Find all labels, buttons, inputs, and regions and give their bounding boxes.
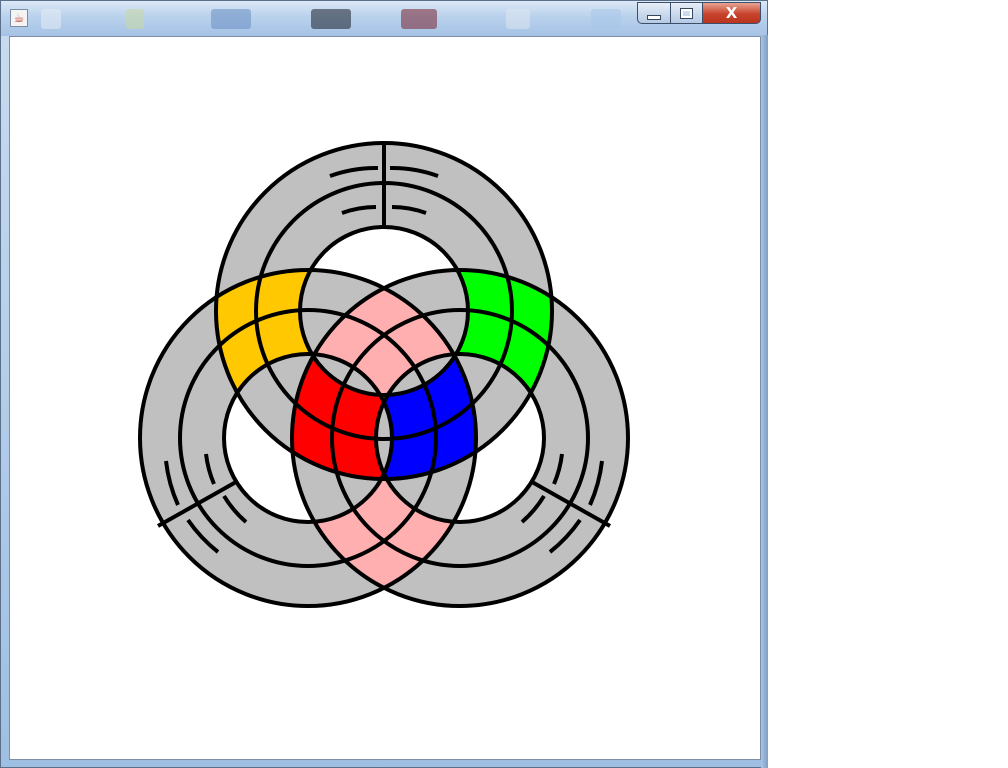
venn-ring-figure bbox=[0, 0, 1008, 768]
triple-overlaps bbox=[0, 0, 1008, 768]
